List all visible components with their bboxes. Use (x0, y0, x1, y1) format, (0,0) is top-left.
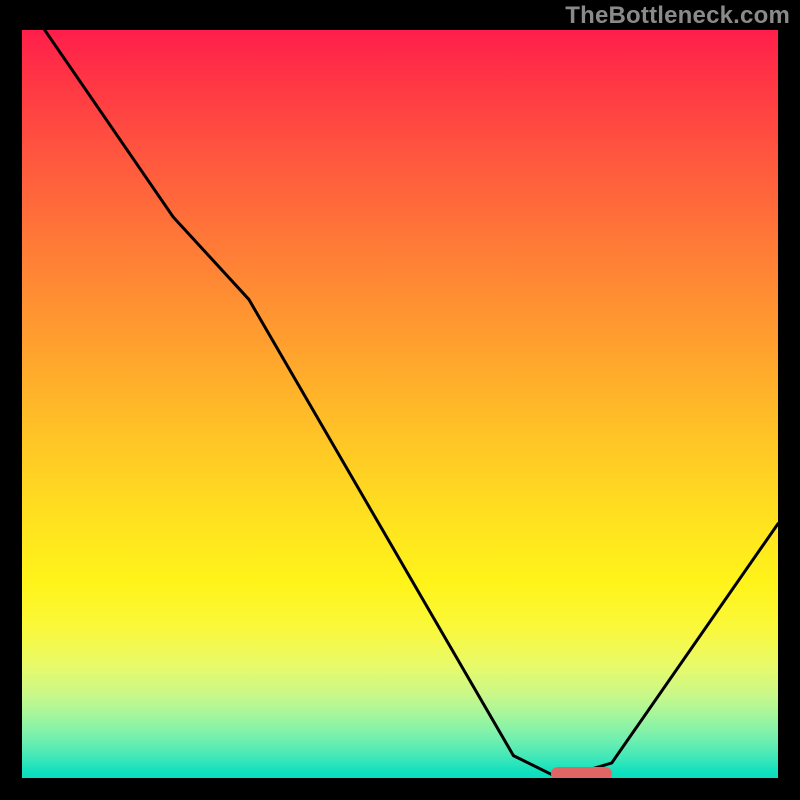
watermark-text: TheBottleneck.com (565, 2, 790, 30)
optimal-range-marker (551, 767, 611, 778)
chart-frame: TheBottleneck.com (0, 0, 800, 800)
bottleneck-curve (22, 30, 778, 778)
plot-area (22, 30, 778, 778)
